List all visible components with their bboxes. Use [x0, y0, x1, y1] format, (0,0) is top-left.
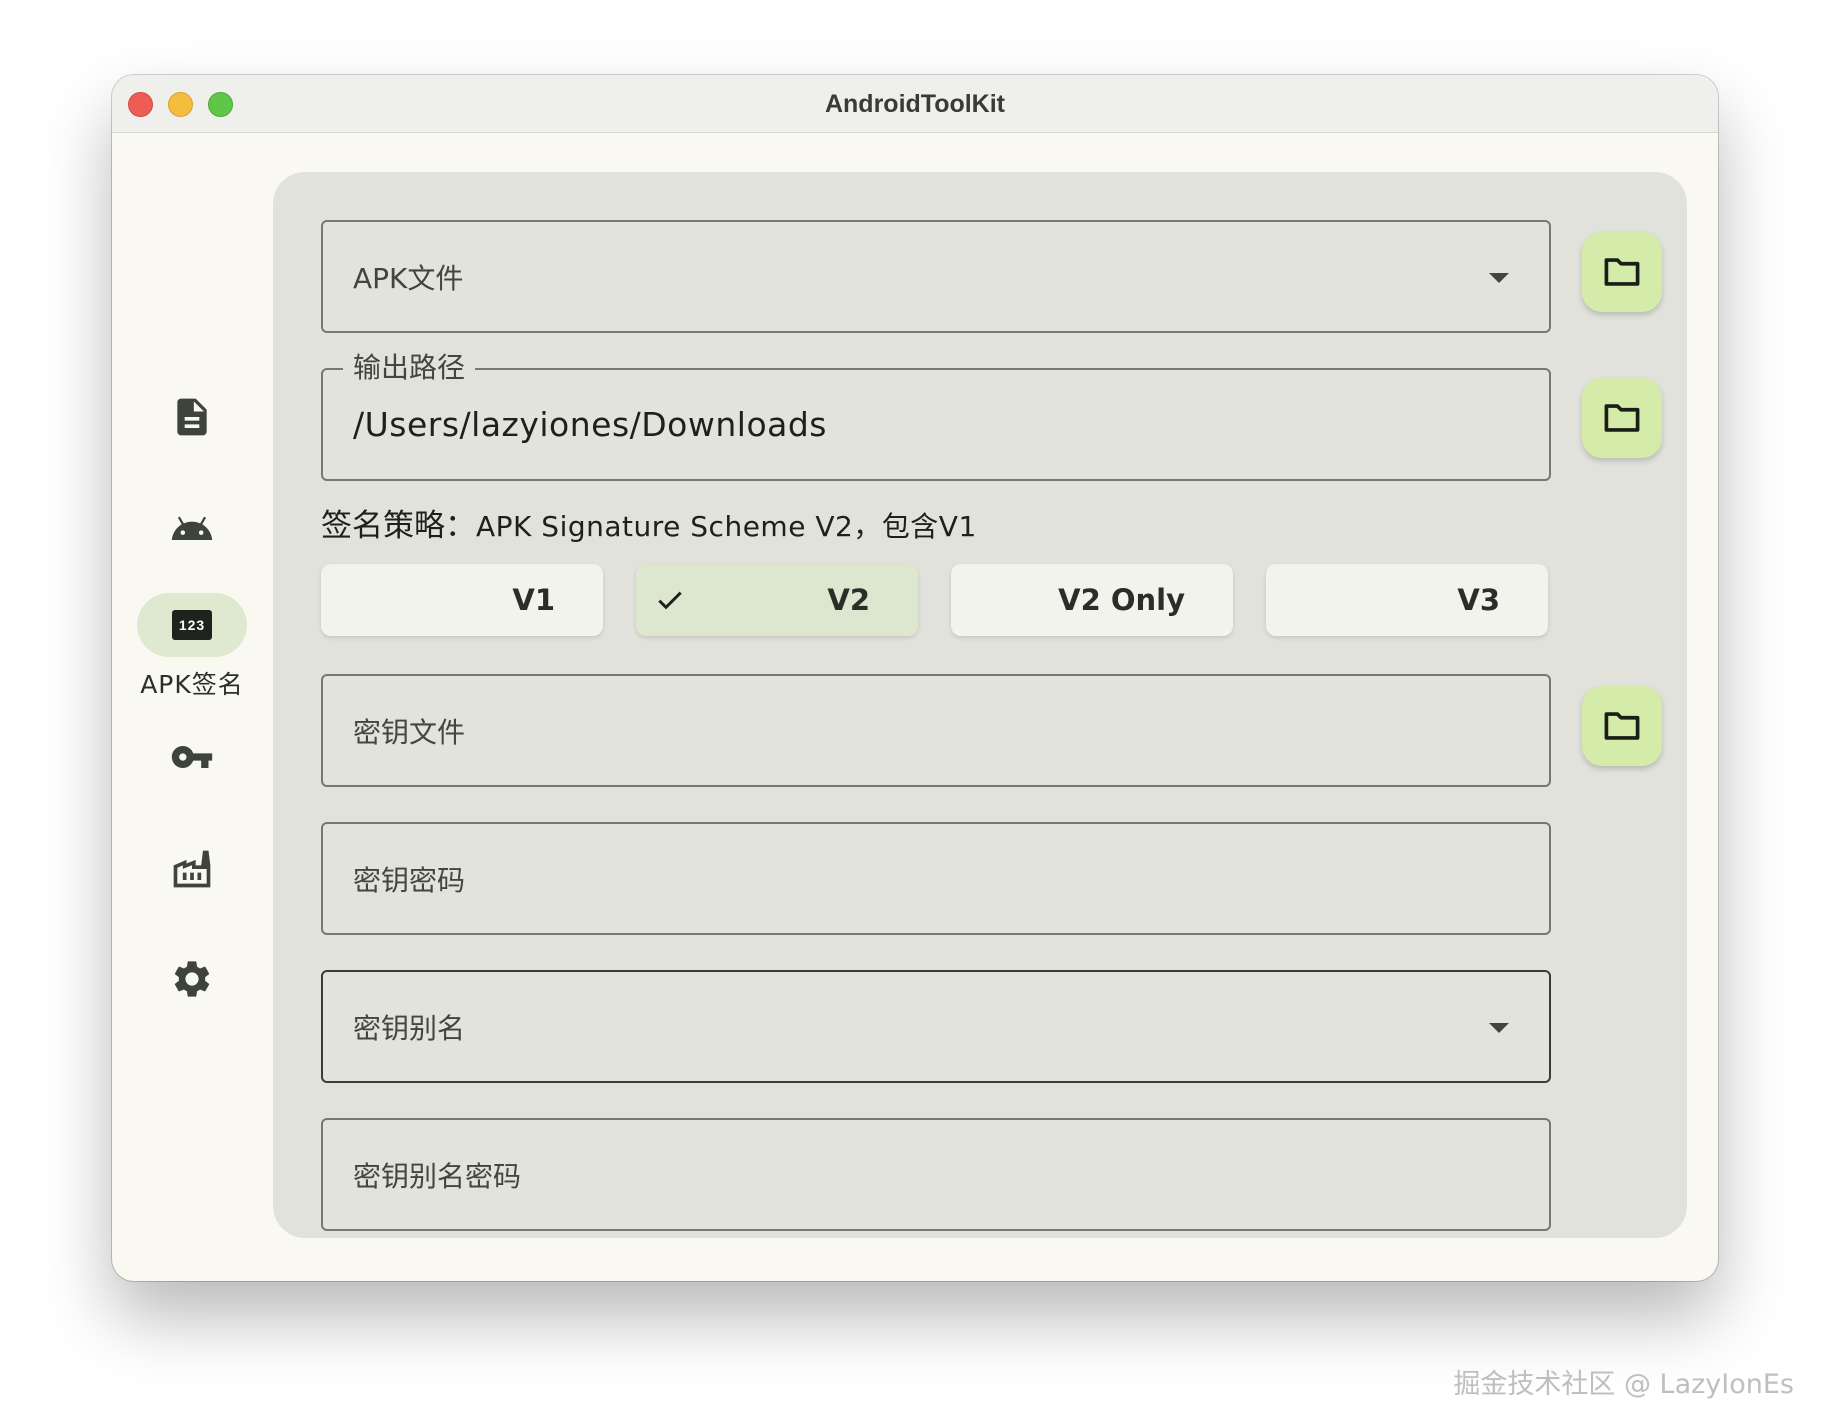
scheme-v2-only-label: V2 Only — [1058, 583, 1185, 617]
key-password-placeholder: 密钥密码 — [353, 863, 466, 897]
scheme-v1-label: V1 — [512, 583, 555, 617]
key-alias-placeholder: 密钥别名 — [353, 1011, 466, 1045]
apk-file-dropdown[interactable]: APK文件 — [321, 220, 1551, 333]
folder-icon — [1604, 404, 1640, 432]
signature-strategy-value: APK Signature Scheme V2，包含V1 — [476, 510, 977, 543]
nav-item-document[interactable] — [137, 385, 247, 449]
key-file-field[interactable]: 密钥文件 — [321, 674, 1551, 787]
nav-item-factory[interactable] — [137, 837, 247, 901]
key-file-placeholder: 密钥文件 — [353, 715, 466, 749]
gear-icon — [174, 961, 210, 997]
document-icon — [177, 398, 207, 436]
scheme-v2-label: V2 — [827, 583, 870, 617]
app-window: AndroidToolKit 123 APK签名 APK文件 输出路径 /Use… — [112, 75, 1718, 1281]
folder-icon — [1604, 712, 1640, 740]
dropdown-caret-icon — [1489, 272, 1509, 283]
key-alias-password-field[interactable]: 密钥别名密码 — [321, 1118, 1551, 1231]
signature-strategy: 签名策略：APK Signature Scheme V2，包含V1 — [321, 500, 977, 545]
scheme-v1-button[interactable]: V1 — [321, 564, 603, 636]
output-path-field[interactable]: 输出路径 /Users/lazyiones/Downloads — [321, 350, 1551, 481]
watermark: 掘金技术社区 @ LazyIonEs — [1453, 1369, 1794, 1400]
nav-item-apk-sign-label: APK签名 — [140, 670, 244, 699]
key-alias-dropdown[interactable]: 密钥别名 — [321, 970, 1551, 1083]
number-123-icon: 123 — [172, 610, 212, 640]
apk-file-browse-button[interactable] — [1582, 232, 1662, 312]
factory-icon — [173, 850, 211, 888]
scheme-v2-only-button[interactable]: V2 Only — [951, 564, 1233, 636]
window-title: AndroidToolKit — [824, 90, 1006, 118]
android-icon — [171, 516, 213, 540]
key-alias-password-placeholder: 密钥别名密码 — [353, 1159, 522, 1193]
content-panel: APK文件 输出路径 /Users/lazyiones/Downloads 签名… — [273, 172, 1687, 1238]
key-password-field[interactable]: 密钥密码 — [321, 822, 1551, 935]
nav-item-settings[interactable] — [137, 947, 247, 1011]
title-bar: AndroidToolKit — [112, 75, 1718, 133]
output-path-value: /Users/lazyiones/Downloads — [353, 405, 828, 444]
nav-active-indicator: 123 — [137, 593, 247, 657]
check-icon — [658, 591, 682, 610]
nav-item-apk-sign[interactable]: 123 — [137, 593, 247, 657]
output-path-browse-button[interactable] — [1582, 378, 1662, 458]
nav-item-android[interactable] — [137, 497, 247, 561]
scheme-v3-label: V3 — [1457, 583, 1500, 617]
folder-icon — [1604, 258, 1640, 286]
nav-item-key[interactable] — [137, 725, 247, 789]
signature-strategy-label: 签名策略： — [321, 508, 476, 544]
svg-text:123: 123 — [179, 617, 205, 633]
scheme-v3-button[interactable]: V3 — [1266, 564, 1548, 636]
dropdown-caret-icon — [1489, 1022, 1509, 1033]
key-icon — [171, 746, 213, 768]
scheme-v2-button[interactable]: V2 — [636, 564, 918, 636]
apk-file-placeholder: APK文件 — [353, 261, 464, 295]
key-file-browse-button[interactable] — [1582, 686, 1662, 766]
